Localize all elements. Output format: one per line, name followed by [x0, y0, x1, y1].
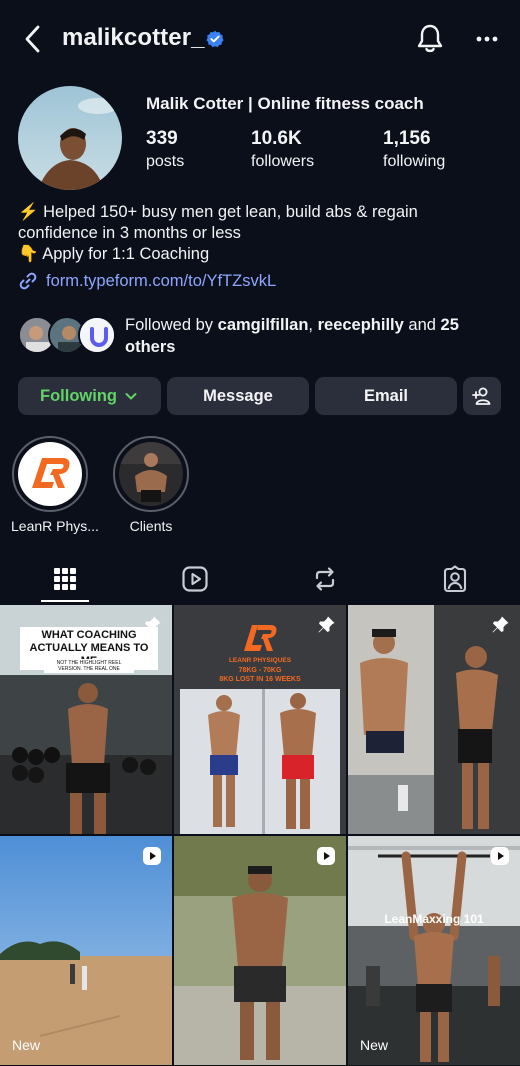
- followers-count-label: followers: [251, 153, 315, 170]
- highlight-cover: [119, 442, 183, 506]
- email-button-label: Email: [363, 386, 409, 405]
- post-caption-sub: 8KG LOST IN 16 WEEKS: [219, 676, 301, 683]
- posts-count-label: posts: [146, 153, 185, 170]
- followed-by-prefix: Followed by: [125, 316, 218, 334]
- following-button[interactable]: Following: [18, 377, 161, 415]
- story-highlight[interactable]: LeanR Phys...: [11, 436, 99, 534]
- mutual-avatars: [18, 316, 118, 354]
- pin-icon: [144, 616, 161, 633]
- back-button[interactable]: [18, 22, 48, 56]
- tab-tagged[interactable]: [407, 556, 503, 602]
- repost-icon: [315, 567, 335, 591]
- bio-line: confidence in 3 months or less: [18, 224, 241, 242]
- highlight-label: LeanR Phys...: [11, 518, 99, 534]
- active-tab-indicator: [41, 600, 89, 602]
- pin-icon: [318, 616, 335, 633]
- post-thumbnail[interactable]: New: [0, 836, 172, 1065]
- more-options-button[interactable]: [472, 26, 502, 52]
- post-caption-sub: NOT THE HIGHLIGHT REEL VERSION. THE REAL…: [44, 659, 134, 673]
- profile-display-name: Malik Cotter | Online fitness coach: [146, 94, 424, 113]
- bio-line: ⚡ Helped 150+ busy men get lean, build a…: [18, 203, 418, 221]
- posts-count-value: 339: [146, 128, 178, 149]
- verified-badge-icon: [206, 30, 224, 48]
- chevron-left-icon: [25, 25, 40, 53]
- reel-icon: [317, 847, 335, 865]
- profile-link-text: form.typeform.com/to/YfTZsvkL: [46, 271, 277, 290]
- posts-count[interactable]: 339 posts: [146, 128, 184, 171]
- new-post-tag: New: [12, 1037, 41, 1053]
- highlight-ring: [113, 436, 189, 512]
- followed-by[interactable]: Followed by camgilfillan, reecephilly an…: [18, 314, 508, 358]
- profile-username: malikcotter_: [62, 24, 205, 51]
- following-button-label: Following: [40, 386, 117, 405]
- following-count-value: 1,156: [383, 128, 431, 149]
- post-thumbnail[interactable]: LeanMaxxing 101 New: [348, 836, 520, 1065]
- tab-reels[interactable]: [147, 556, 243, 602]
- content-tabs: [0, 556, 520, 604]
- followers-count-value: 10.6K: [251, 128, 302, 149]
- profile-avatar[interactable]: [18, 86, 122, 190]
- suggest-users-button[interactable]: [463, 377, 501, 415]
- highlight-label: Clients: [129, 518, 173, 534]
- following-count[interactable]: 1,156 following: [383, 128, 445, 171]
- post-caption-title: LEANR PHYSIQUES: [228, 657, 292, 664]
- mutual-avatar: [78, 316, 116, 354]
- posts-grid: WHAT COACHING ACTUALLY MEANS TO ME NOT T…: [0, 605, 520, 1066]
- profile-link[interactable]: form.typeform.com/to/YfTZsvkL: [18, 271, 276, 291]
- pin-icon: [492, 616, 509, 633]
- mutual-username[interactable]: reecephilly: [318, 316, 404, 334]
- story-highlight[interactable]: Clients: [112, 436, 190, 534]
- post-caption-title: LeanMaxxing 101: [384, 912, 484, 926]
- link-icon: [19, 272, 37, 290]
- following-count-label: following: [383, 153, 446, 170]
- chevron-down-icon: [125, 393, 137, 400]
- tab-posts-grid[interactable]: [17, 556, 113, 602]
- bio-line: 👇 Apply for 1:1 Coaching: [18, 245, 210, 263]
- notifications-button[interactable]: [414, 22, 446, 56]
- grid-icon: [54, 568, 76, 590]
- followed-by-separator: ,: [308, 316, 318, 334]
- mutual-username[interactable]: camgilfillan: [218, 316, 309, 334]
- message-button-label: Message: [203, 386, 273, 405]
- post-thumbnail[interactable]: [174, 836, 346, 1065]
- reel-icon: [143, 847, 161, 865]
- post-thumbnail[interactable]: LEANR PHYSIQUES 78KG - 70KG 8KG LOST IN …: [174, 605, 346, 834]
- more-horizontal-icon: [476, 36, 498, 42]
- followed-by-text: Followed by camgilfillan, reecephilly an…: [125, 314, 505, 358]
- post-thumbnail[interactable]: [348, 605, 520, 834]
- followers-count[interactable]: 10.6K followers: [251, 128, 314, 171]
- email-button[interactable]: Email: [315, 377, 457, 415]
- tagged-user-icon: [443, 565, 467, 593]
- tab-reposts[interactable]: [277, 556, 373, 602]
- add-user-icon: [472, 387, 491, 405]
- bell-icon: [417, 24, 443, 53]
- message-button[interactable]: Message: [167, 377, 309, 415]
- profile-header: malikcotter_: [0, 0, 520, 80]
- reel-icon: [491, 847, 509, 865]
- post-thumbnail[interactable]: WHAT COACHING ACTUALLY MEANS TO ME NOT T…: [0, 605, 172, 834]
- post-caption-sub: 78KG - 70KG: [238, 667, 282, 674]
- profile-bio: ⚡ Helped 150+ busy men get lean, build a…: [18, 202, 508, 265]
- reels-icon: [182, 566, 208, 592]
- leanr-logo-icon: [18, 442, 82, 506]
- followed-by-and: and: [403, 316, 441, 334]
- new-post-tag: New: [360, 1037, 389, 1053]
- highlight-ring: [12, 436, 88, 512]
